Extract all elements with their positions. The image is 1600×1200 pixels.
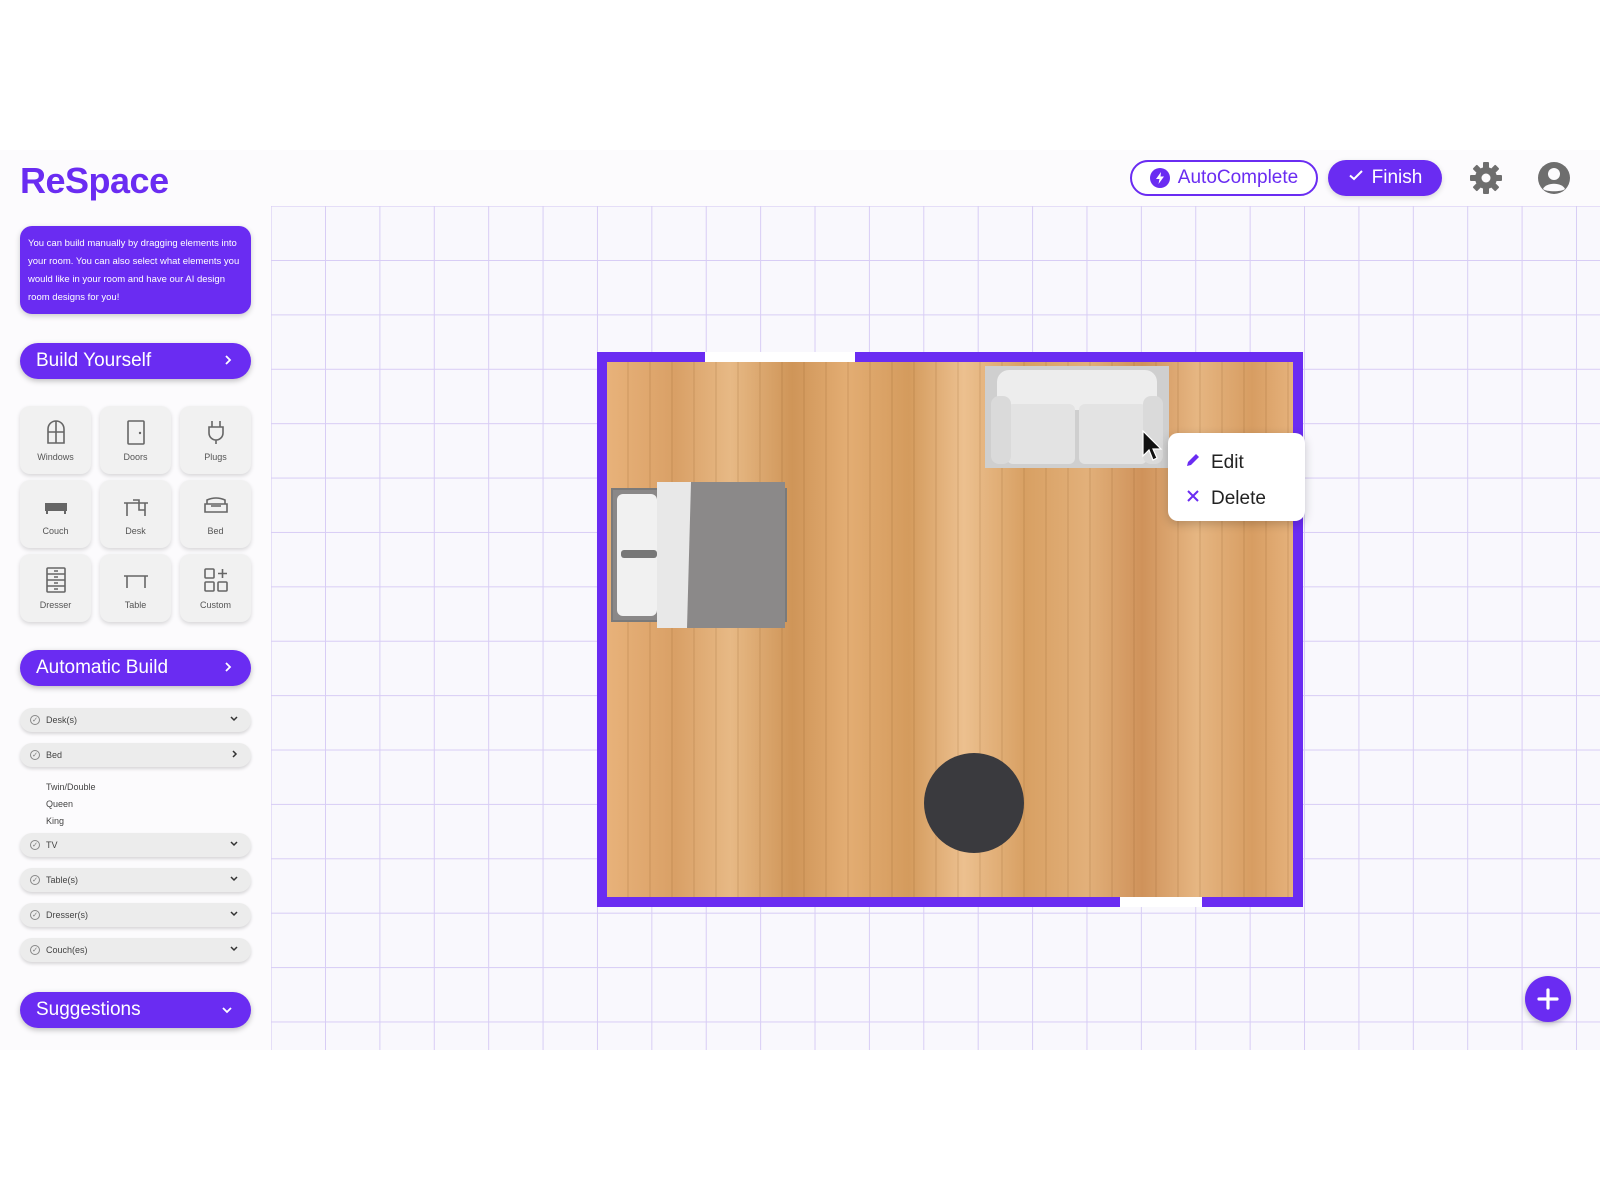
chevron-down-icon (229, 715, 239, 725)
chevron-down-icon (229, 910, 239, 920)
tile-label: Couch (42, 526, 69, 536)
chevron-right-icon (231, 749, 239, 761)
door-opening[interactable] (705, 352, 855, 362)
pencil-icon (1184, 451, 1202, 475)
desk-icon (123, 499, 148, 516)
tile-desk[interactable]: Desk (100, 480, 171, 548)
tile-label: Dresser (39, 600, 72, 610)
suggestions-label: Suggestions (36, 999, 141, 1020)
mouse-cursor-icon (1142, 429, 1164, 464)
add-button[interactable] (1525, 976, 1571, 1022)
option-couches[interactable]: ✓ Couch(es) (20, 938, 251, 962)
check-circle-icon[interactable]: ✓ (30, 910, 40, 920)
option-label: TV (46, 840, 58, 850)
couch-icon (44, 503, 67, 514)
plug-icon (207, 421, 224, 444)
automatic-build-button[interactable]: Automatic Build (20, 650, 251, 686)
automatic-build-label: Automatic Build (36, 657, 169, 678)
tile-label: Bed (207, 526, 224, 536)
autocomplete-label: AutoComplete (1177, 167, 1299, 188)
round-rug-item[interactable] (924, 753, 1024, 853)
check-circle-icon[interactable]: ✓ (30, 945, 40, 955)
tile-dresser[interactable]: Dresser (20, 554, 91, 622)
check-circle-icon[interactable]: ✓ (30, 875, 40, 885)
tile-label: Table (124, 600, 147, 610)
tile-windows[interactable]: Windows (20, 406, 91, 474)
tile-couch[interactable]: Couch (20, 480, 91, 548)
check-circle-icon[interactable]: ✓ (30, 715, 40, 725)
close-icon (1184, 487, 1202, 511)
door-icon (126, 420, 145, 445)
option-label: Desk(s) (46, 715, 77, 725)
chevron-down-icon (221, 999, 233, 1021)
bed-option-twin-double[interactable]: Twin/Double (46, 782, 96, 792)
check-circle-icon[interactable]: ✓ (30, 750, 40, 760)
edit-label: Edit (1211, 452, 1244, 473)
tile-label: Windows (37, 452, 74, 462)
option-label: Table(s) (46, 875, 79, 885)
chevron-down-icon (229, 945, 239, 955)
option-dressers[interactable]: ✓ Dresser(s) (20, 903, 251, 927)
info-banner: You can build manually by dragging eleme… (20, 226, 251, 314)
user-icon[interactable] (1536, 160, 1572, 196)
option-bed[interactable]: ✓ Bed (20, 743, 251, 767)
edit-menu-item[interactable]: Edit (1184, 445, 1305, 481)
option-tv[interactable]: ✓ TV (20, 833, 251, 857)
delete-label: Delete (1211, 488, 1266, 509)
window-icon (46, 420, 65, 444)
tile-label: Doors (123, 452, 148, 462)
check-icon (1348, 167, 1364, 189)
tile-custom[interactable]: Custom (180, 554, 251, 622)
plus-icon (1537, 988, 1559, 1010)
option-desks[interactable]: ✓ Desk(s) (20, 708, 251, 732)
option-label: Bed (46, 750, 63, 760)
door-opening[interactable] (1120, 897, 1202, 907)
tile-label: Desk (125, 526, 146, 536)
chevron-right-icon (223, 350, 233, 372)
tile-doors[interactable]: Doors (100, 406, 171, 474)
chevron-right-icon (223, 657, 233, 679)
build-yourself-button[interactable]: Build Yourself (20, 343, 251, 379)
tile-label: Custom (199, 600, 231, 610)
bed-option-queen[interactable]: Queen (46, 799, 73, 809)
chevron-down-icon (229, 840, 239, 850)
tile-table[interactable]: Table (100, 554, 171, 622)
custom-icon (203, 568, 228, 592)
check-circle-icon[interactable]: ✓ (30, 840, 40, 850)
dresser-icon (45, 567, 66, 593)
tile-bed[interactable]: Bed (180, 480, 251, 548)
build-yourself-label: Build Yourself (36, 350, 152, 371)
option-tables[interactable]: ✓ Table(s) (20, 868, 251, 892)
finish-button[interactable]: Finish (1328, 160, 1442, 196)
gear-icon[interactable] (1468, 160, 1504, 196)
autocomplete-button[interactable]: AutoComplete (1130, 160, 1318, 196)
sidebar: You can build manually by dragging eleme… (0, 206, 270, 1050)
bed-item[interactable] (611, 482, 789, 628)
chevron-down-icon (229, 875, 239, 885)
bolt-icon (1149, 168, 1170, 188)
tile-label: Plugs (204, 452, 227, 462)
tile-plugs[interactable]: Plugs (180, 406, 251, 474)
finish-label: Finish (1371, 167, 1423, 188)
table-icon (123, 575, 148, 588)
app-logo: ReSpace (20, 160, 169, 201)
option-label: Dresser(s) (46, 910, 88, 920)
element-tiles: Windows Doors Plugs Couch Desk Bed Dress… (20, 406, 252, 622)
context-menu: Edit Delete (1168, 433, 1305, 521)
option-label: Couch(es) (46, 945, 88, 955)
bed-option-king[interactable]: King (46, 816, 64, 826)
bed-icon (203, 497, 228, 513)
delete-menu-item[interactable]: Delete (1184, 481, 1305, 517)
suggestions-button[interactable]: Suggestions (20, 992, 251, 1028)
